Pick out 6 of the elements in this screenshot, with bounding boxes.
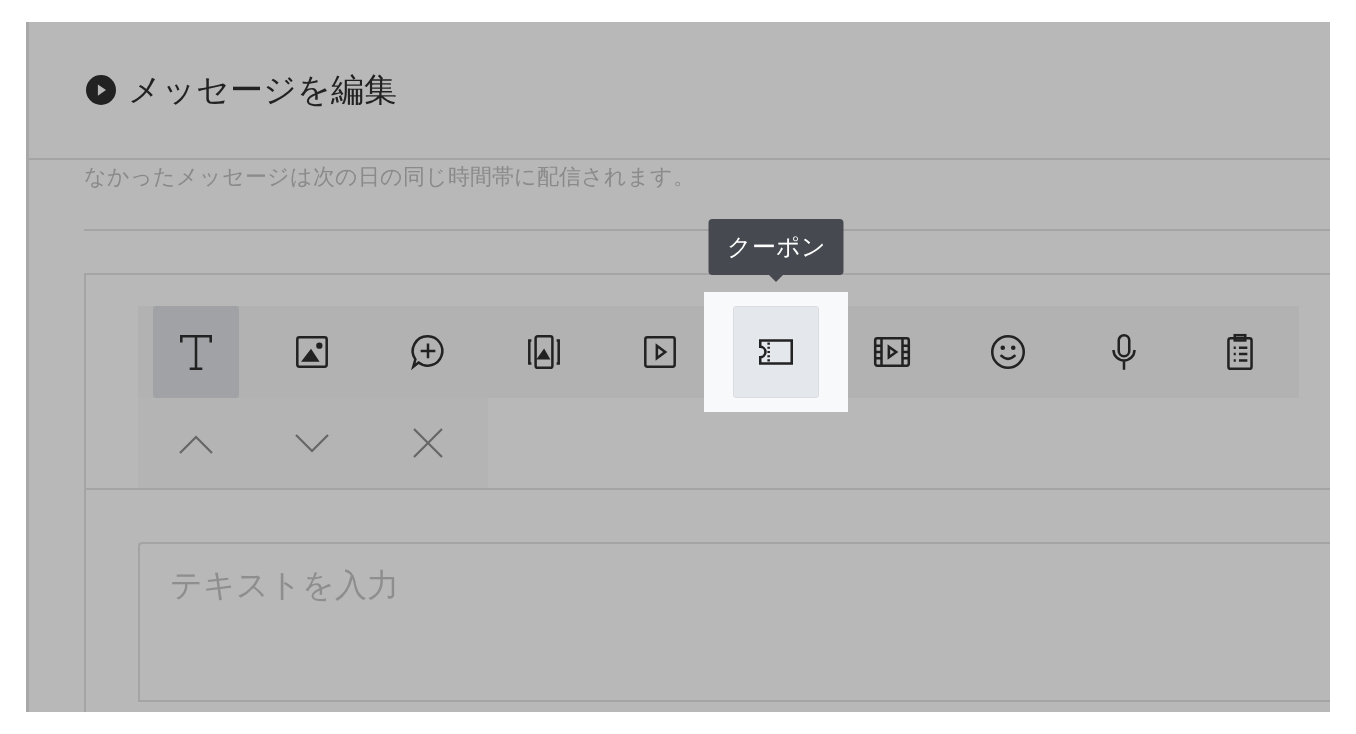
coupon-tool-button[interactable] — [733, 306, 819, 398]
tooltip: クーポン — [708, 219, 844, 275]
tooltip-pointer-icon — [769, 275, 783, 282]
play-circle-icon — [86, 75, 116, 105]
dialog-title: メッセージを編集 — [128, 68, 397, 111]
text-tool-button[interactable] — [153, 306, 239, 398]
